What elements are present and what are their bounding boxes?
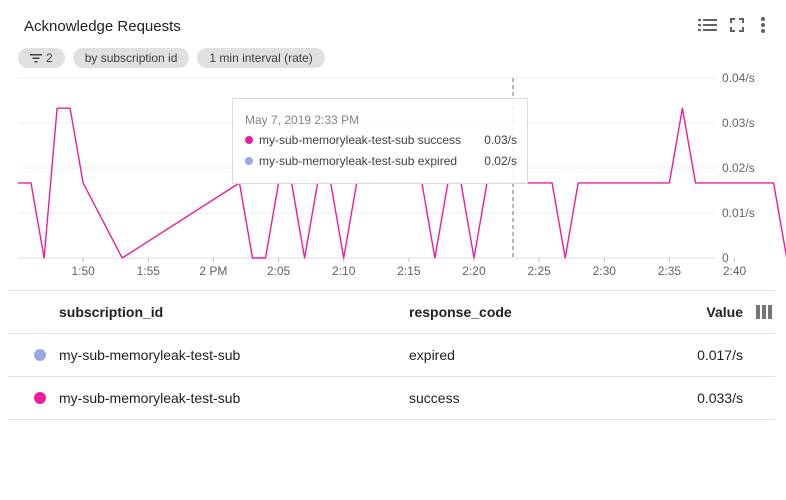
x-tick-label: 1:55	[137, 264, 161, 278]
fullscreen-icon[interactable]	[726, 14, 748, 36]
series-color-dot	[245, 136, 253, 144]
chart-title: Acknowledge Requests	[24, 18, 181, 35]
tooltip-series-value: 0.02/s	[484, 154, 517, 168]
column-header-response-code[interactable]: response_code	[409, 291, 512, 333]
filter-count: 2	[46, 51, 53, 65]
x-tick-label: 2:20	[462, 264, 486, 278]
series-color-dot	[245, 157, 253, 165]
column-header-value[interactable]: Value	[706, 291, 743, 333]
legend-table: subscription_id response_code Value my-s…	[8, 290, 775, 420]
series-color-dot	[34, 392, 46, 404]
table-header: subscription_id response_code Value	[8, 291, 775, 334]
y-tick-label: 0	[722, 251, 729, 265]
cell-response-code: expired	[409, 347, 455, 363]
tooltip-series-value: 0.03/s	[484, 133, 517, 147]
series-color-dot	[34, 349, 46, 361]
chart-tooltip: May 7, 2019 2:33 PM my-sub-memoryleak-te…	[232, 98, 528, 184]
tooltip-series-name: my-sub-memoryleak-test-sub success	[259, 133, 462, 147]
tooltip-row: my-sub-memoryleak-test-sub expired 0.02/…	[245, 153, 517, 169]
x-tick-label: 2:05	[267, 264, 291, 278]
cell-value: 0.033/s	[697, 390, 743, 406]
x-tick-label: 2 PM	[199, 264, 227, 278]
x-tick-label: 2:40	[723, 264, 747, 278]
y-tick-label: 0.01/s	[722, 206, 755, 220]
column-header-subscription-id[interactable]: subscription_id	[59, 291, 163, 333]
cell-subscription-id: my-sub-memoryleak-test-sub	[59, 390, 241, 406]
filter-icon	[30, 54, 42, 63]
cell-response-code: success	[409, 390, 460, 406]
y-tick-label: 0.03/s	[722, 116, 755, 130]
tooltip-time: May 7, 2019 2:33 PM	[245, 113, 360, 127]
tooltip-series-name: my-sub-memoryleak-test-sub expired	[259, 154, 458, 168]
filter-chip[interactable]: 2	[18, 48, 65, 68]
cell-value: 0.017/s	[697, 347, 743, 363]
y-tick-label: 0.02/s	[722, 161, 755, 175]
x-tick-label: 2:15	[397, 264, 421, 278]
x-tick-label: 2:35	[658, 264, 682, 278]
legend-toggle-icon[interactable]	[697, 14, 719, 36]
x-tick-label: 2:30	[593, 264, 617, 278]
x-tick-label: 2:10	[332, 264, 356, 278]
x-tick-label: 1:50	[71, 264, 95, 278]
table-row[interactable]: my-sub-memoryleak-test-sub success 0.033…	[8, 377, 775, 420]
more-vert-icon[interactable]	[752, 14, 774, 36]
aggregation-chip[interactable]: 1 min interval (rate)	[197, 48, 325, 68]
table-row[interactable]: my-sub-memoryleak-test-sub expired 0.017…	[8, 334, 775, 377]
tooltip-row: my-sub-memoryleak-test-sub success 0.03/…	[245, 132, 517, 148]
column-picker-icon[interactable]	[756, 305, 772, 322]
x-tick-label: 2:25	[527, 264, 551, 278]
y-tick-label: 0.04/s	[722, 71, 755, 85]
group-by-chip[interactable]: by subscription id	[72, 48, 190, 68]
cell-subscription-id: my-sub-memoryleak-test-sub	[59, 347, 241, 363]
